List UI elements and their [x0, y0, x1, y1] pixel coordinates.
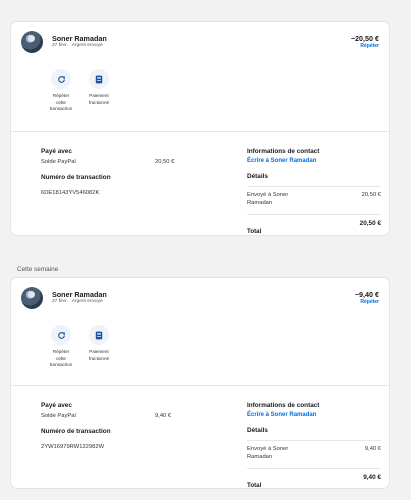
transaction-header[interactable]: Soner Ramadan 27 févr. · Argent envoyé −…: [11, 278, 389, 309]
divider: [247, 186, 381, 187]
transaction-card: Soner Ramadan 27 févr. · Argent envoyé −…: [11, 22, 389, 235]
details-amount: 20,50 €: [361, 192, 381, 198]
action-label-line: Paiement: [89, 93, 109, 98]
details-title: Détails: [247, 173, 268, 180]
split-payment-icon: [89, 69, 109, 89]
action-label-line: transaction: [49, 106, 73, 112]
action-buttons: Répéter cette transaction Paiement fract…: [41, 69, 161, 129]
transaction-header[interactable]: Soner Ramadan 27 févr. · Argent envoyé −…: [11, 22, 389, 53]
avatar: [21, 287, 43, 309]
details-row: Envoyé à Soner Ramadan 9,40 €: [247, 445, 381, 461]
repeat-transaction-button[interactable]: Répéter cette transaction: [41, 325, 81, 369]
section-label: Cette semaine: [17, 266, 59, 273]
transaction-subtitle: 27 févr. · Argent envoyé: [52, 299, 103, 304]
action-label-line: transaction: [49, 362, 73, 368]
contact-title: Informations de contact: [247, 402, 320, 409]
split-payment-button[interactable]: Paiement fractionné: [79, 69, 119, 106]
contact-link[interactable]: Écrire à Soner Ramadan: [247, 412, 381, 418]
action-label-line: cette: [56, 99, 66, 105]
details-label-line: Ramadan: [247, 454, 273, 460]
split-payment-icon: [89, 325, 109, 345]
payment-amount: 9,40 €: [155, 413, 172, 419]
total-row: Total 9,40 €: [247, 474, 381, 492]
transaction-number-title: Numéro de transaction: [41, 428, 111, 435]
divider: [247, 214, 381, 215]
recipient-name: Soner Ramadan: [52, 290, 107, 299]
action-label-line: cette: [56, 355, 66, 361]
contact-section: Informations de contact Écrire à Soner R…: [247, 148, 381, 180]
details-row: Envoyé à Soner Ramadan 20,50 €: [247, 191, 381, 207]
payment-method: Solde PayPal: [41, 413, 76, 419]
avatar: [21, 31, 43, 53]
contact-link[interactable]: Écrire à Soner Ramadan: [247, 158, 381, 164]
paid-with-section: Payé avec Solde PayPal 9,40 € Numéro de …: [41, 402, 211, 450]
action-label-line: fractionné: [88, 355, 110, 361]
contact-title: Informations de contact: [247, 148, 320, 155]
divider: [247, 440, 381, 441]
details-title: Détails: [247, 427, 268, 434]
transaction-card: Soner Ramadan 27 févr. · Argent envoyé −…: [11, 278, 389, 489]
total-amount: 9,40 €: [363, 474, 381, 481]
total-row: Total 20,50 €: [247, 220, 381, 238]
transaction-amount: −20,50 €: [350, 34, 379, 43]
divider: [11, 385, 389, 386]
paid-with-title: Payé avec: [41, 148, 72, 155]
transaction-number: 6DE18143YV546082K: [41, 190, 100, 196]
action-label-line: Paiement: [89, 349, 109, 354]
transaction-number: 2YW16979RW122982W: [41, 444, 105, 450]
paid-with-section: Payé avec Solde PayPal 20,50 € Numéro de…: [41, 148, 211, 196]
action-label-line: Répéter: [52, 93, 70, 98]
divider: [11, 131, 389, 132]
total-label: Total: [247, 482, 262, 489]
details-label-line: Ramadan: [247, 200, 273, 206]
repeat-transaction-button[interactable]: Répéter cette transaction: [41, 69, 81, 113]
payment-method: Solde PayPal: [41, 159, 76, 165]
total-label: Total: [247, 228, 262, 235]
transaction-amount: −9,40 €: [354, 290, 379, 299]
payment-amount: 20,50 €: [155, 159, 175, 165]
repeat-link[interactable]: Répéter: [360, 43, 379, 49]
action-buttons: Répéter cette transaction Paiement fract…: [41, 325, 161, 385]
action-label-line: Répéter: [52, 349, 70, 354]
transaction-subtitle: 27 févr. · Argent envoyé: [52, 43, 103, 48]
recipient-name: Soner Ramadan: [52, 34, 107, 43]
repeat-link[interactable]: Répéter: [360, 299, 379, 305]
divider: [247, 468, 381, 469]
split-payment-button[interactable]: Paiement fractionné: [79, 325, 119, 362]
refresh-icon: [51, 325, 71, 345]
refresh-icon: [51, 69, 71, 89]
details-label-line: Envoyé à Soner: [247, 446, 289, 452]
details-amount: 9,40 €: [364, 446, 381, 452]
action-label-line: fractionné: [88, 99, 110, 105]
transaction-number-title: Numéro de transaction: [41, 174, 111, 181]
contact-section: Informations de contact Écrire à Soner R…: [247, 402, 381, 434]
paid-with-title: Payé avec: [41, 402, 72, 409]
total-amount: 20,50 €: [359, 220, 381, 227]
